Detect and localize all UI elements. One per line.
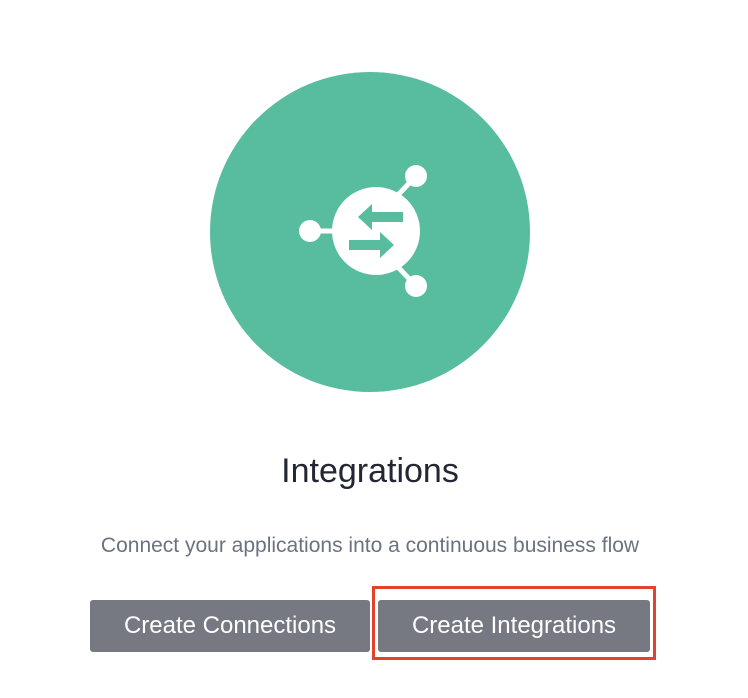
integrations-empty-state: Integrations Connect your applications i…: [0, 0, 748, 698]
page-description: Connect your applications into a continu…: [100, 534, 640, 557]
integrations-hero: [210, 72, 530, 392]
integrations-hub-icon: [299, 165, 427, 297]
create-integrations-button[interactable]: Create Integrations: [378, 600, 650, 652]
page-title: Integrations: [281, 452, 459, 490]
create-connections-button[interactable]: Create Connections: [90, 600, 370, 652]
